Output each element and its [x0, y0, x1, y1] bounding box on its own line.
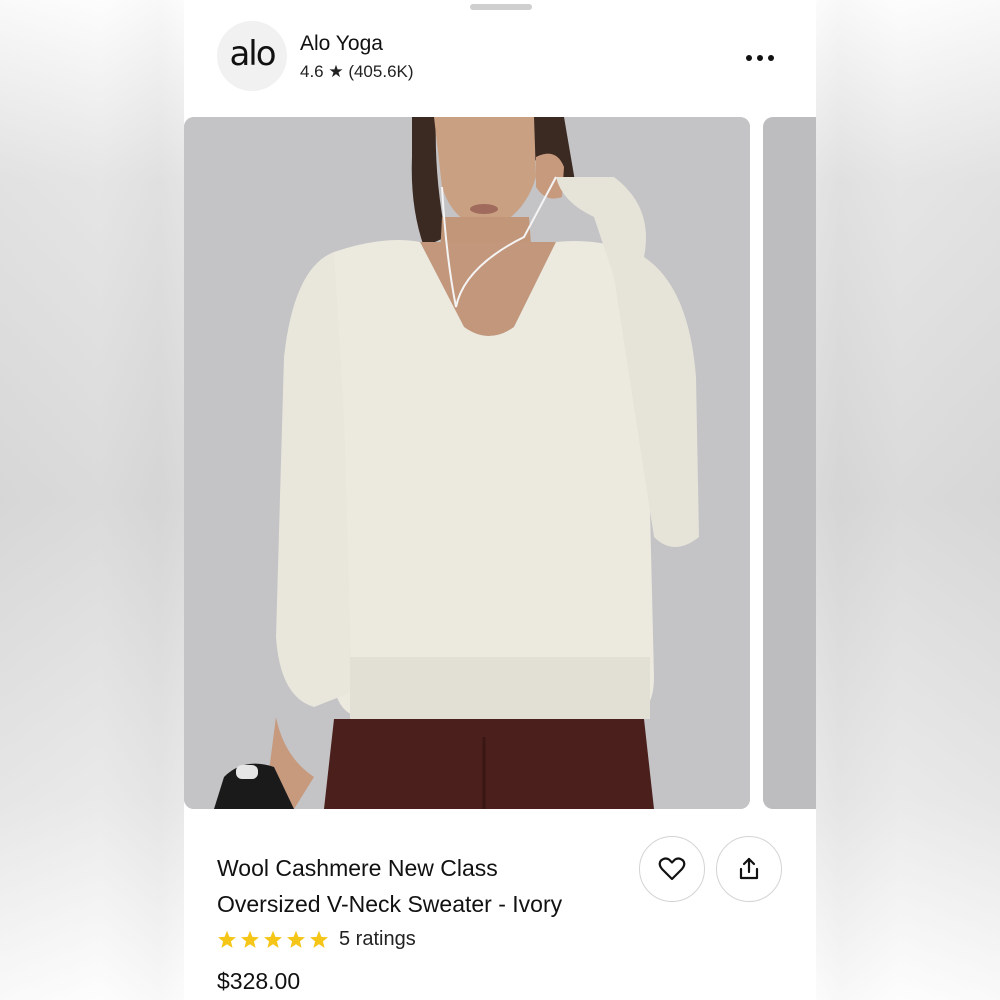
- star-icon: [264, 930, 282, 948]
- sheet-drag-handle[interactable]: [470, 4, 532, 10]
- more-horizontal-icon-dot: [768, 55, 774, 61]
- brand-rating: 4.6 ★ (405.6K): [300, 62, 414, 81]
- left-blurred-margin: [0, 0, 184, 1000]
- product-image[interactable]: [184, 117, 750, 809]
- star-icon: [218, 930, 236, 948]
- product-title: Wool Cashmere New Class Oversized V-Neck…: [217, 850, 627, 922]
- product-sheet: alo Alo Yoga 4.6 ★ (405.6K) Wool Cashmer…: [184, 0, 816, 1000]
- rating-stars: [217, 930, 329, 949]
- brand-logo-text: alo: [229, 34, 276, 74]
- ratings-count: 5 ratings: [339, 927, 416, 950]
- brand-logo[interactable]: alo: [217, 21, 287, 91]
- product-title-line-2: Oversized V-Neck Sweater - Ivory: [217, 891, 563, 917]
- heart-icon: [658, 857, 686, 881]
- star-icon: [310, 930, 328, 948]
- more-options-button[interactable]: [738, 46, 782, 70]
- next-product-image[interactable]: [763, 117, 816, 809]
- more-horizontal-icon: [746, 55, 752, 61]
- star-icon: [287, 930, 305, 948]
- right-blurred-margin: [816, 0, 1000, 1000]
- product-rating[interactable]: 5 ratings: [217, 925, 416, 953]
- star-icon: [241, 930, 259, 948]
- favorite-button[interactable]: [639, 836, 705, 902]
- share-icon: [739, 857, 759, 880]
- product-price: $328.00: [217, 968, 301, 994]
- product-title-line-1: Wool Cashmere New Class: [217, 855, 498, 881]
- more-horizontal-icon-dot: [757, 55, 763, 61]
- brand-header: alo Alo Yoga 4.6 ★ (405.6K): [184, 16, 816, 102]
- brand-name[interactable]: Alo Yoga: [300, 32, 383, 56]
- share-button[interactable]: [716, 836, 782, 902]
- product-photo-illustration: [184, 117, 750, 809]
